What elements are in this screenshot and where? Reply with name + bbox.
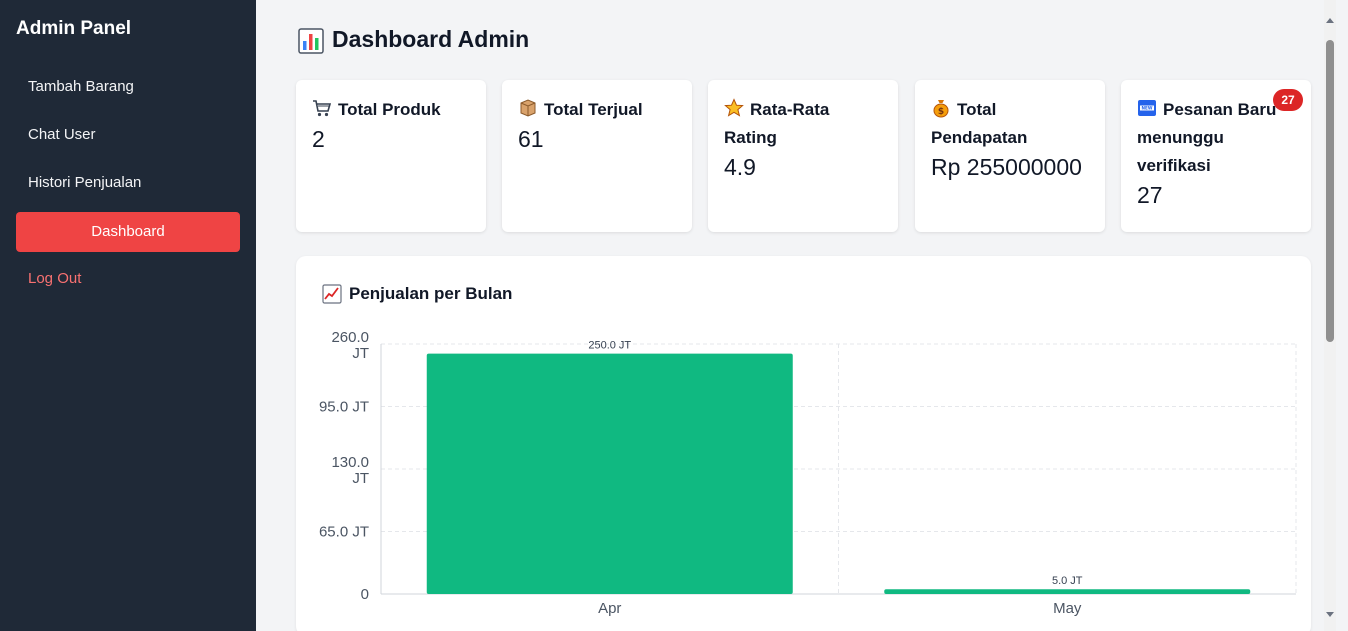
sidebar-item-tambah-barang[interactable]: Tambah Barang [16, 67, 240, 107]
scrollbar-thumb[interactable] [1326, 40, 1334, 342]
stat-card-total-produk: Total Produk 2 [296, 80, 486, 232]
stat-card-pesanan-baru: 27 NEW Pesanan Baru menunggu verifikasi … [1121, 80, 1311, 232]
bar-value-label: 250.0 JT [588, 340, 631, 352]
scroll-up-arrow-icon[interactable] [1326, 18, 1334, 23]
money-bag-icon: $ [931, 98, 951, 118]
page-title-text: Dashboard Admin [332, 26, 530, 52]
y-tick-label: 95.0 JT [319, 399, 369, 416]
brand-title: Admin Panel [16, 18, 132, 39]
card-value: Rp 255000000 [931, 154, 1082, 180]
bar-value-label: 5.0 JT [1052, 575, 1083, 587]
sales-bar-chart: 260.0 JT 95.0 JT 130.0 JT 65.0 JT 0 250.0 JT Apr… [319, 329, 1297, 617]
notification-badge: 27 [1273, 89, 1303, 111]
star-icon [724, 98, 744, 118]
chart-title-text: Penjualan per Bulan [349, 284, 513, 303]
cart-icon [312, 98, 332, 118]
vertical-scrollbar[interactable] [1324, 0, 1336, 631]
sidebar-item-chat-user[interactable]: Chat User [16, 115, 240, 155]
sidebar-item-histori-penjualan[interactable]: Histori Penjualan [16, 163, 240, 203]
sidebar: Admin Panel Tambah Barang Chat User Hist… [0, 0, 256, 631]
card-value: 61 [518, 126, 544, 152]
logout-link[interactable]: Log Out [16, 259, 240, 299]
card-value: 4.9 [724, 154, 756, 180]
y-tick-label: 0 [361, 586, 369, 603]
scroll-down-arrow-icon[interactable] [1326, 612, 1334, 617]
y-tick-label: 130.0 JT [331, 454, 369, 487]
stat-card-rata-rata-rating: Rata-Rata Rating 4.9 [708, 80, 898, 232]
main-content: Dashboard Admin Total Produk 2 Total Ter… [256, 0, 1336, 631]
new-icon: NEW [1137, 98, 1157, 118]
y-tick-label: 65.0 JT [319, 524, 369, 541]
chart-title: Penjualan per Bulan [322, 284, 512, 304]
card-title-label: Total Produk [338, 100, 441, 119]
card-value: 2 [312, 126, 325, 152]
card-title-label: Pesanan Baru menunggu verifikasi [1137, 100, 1277, 175]
sidebar-item-dashboard[interactable]: Dashboard [16, 212, 240, 252]
bar-may[interactable] [884, 589, 1251, 594]
svg-text:$: $ [938, 107, 944, 117]
stat-card-total-terjual: Total Terjual 61 [502, 80, 692, 232]
stat-card-total-pendapatan: $ Total Pendapatan Rp 255000000 [915, 80, 1105, 232]
sales-chart-card: Penjualan per Bulan 260.0 JT 95.0 JT 130.0 J… [296, 256, 1311, 631]
card-value: 27 [1137, 182, 1163, 208]
card-title-label: Total Terjual [544, 100, 643, 119]
line-chart-icon [322, 284, 342, 304]
y-tick-label: 260.0 JT [331, 329, 369, 362]
svg-text:NEW: NEW [1142, 106, 1153, 111]
box-icon [518, 98, 538, 118]
x-tick-label: May [1053, 600, 1082, 617]
x-tick-label: Apr [598, 600, 621, 617]
page-title: Dashboard Admin [298, 26, 530, 54]
bar-chart-icon [298, 27, 324, 54]
bar-apr[interactable] [426, 353, 793, 594]
